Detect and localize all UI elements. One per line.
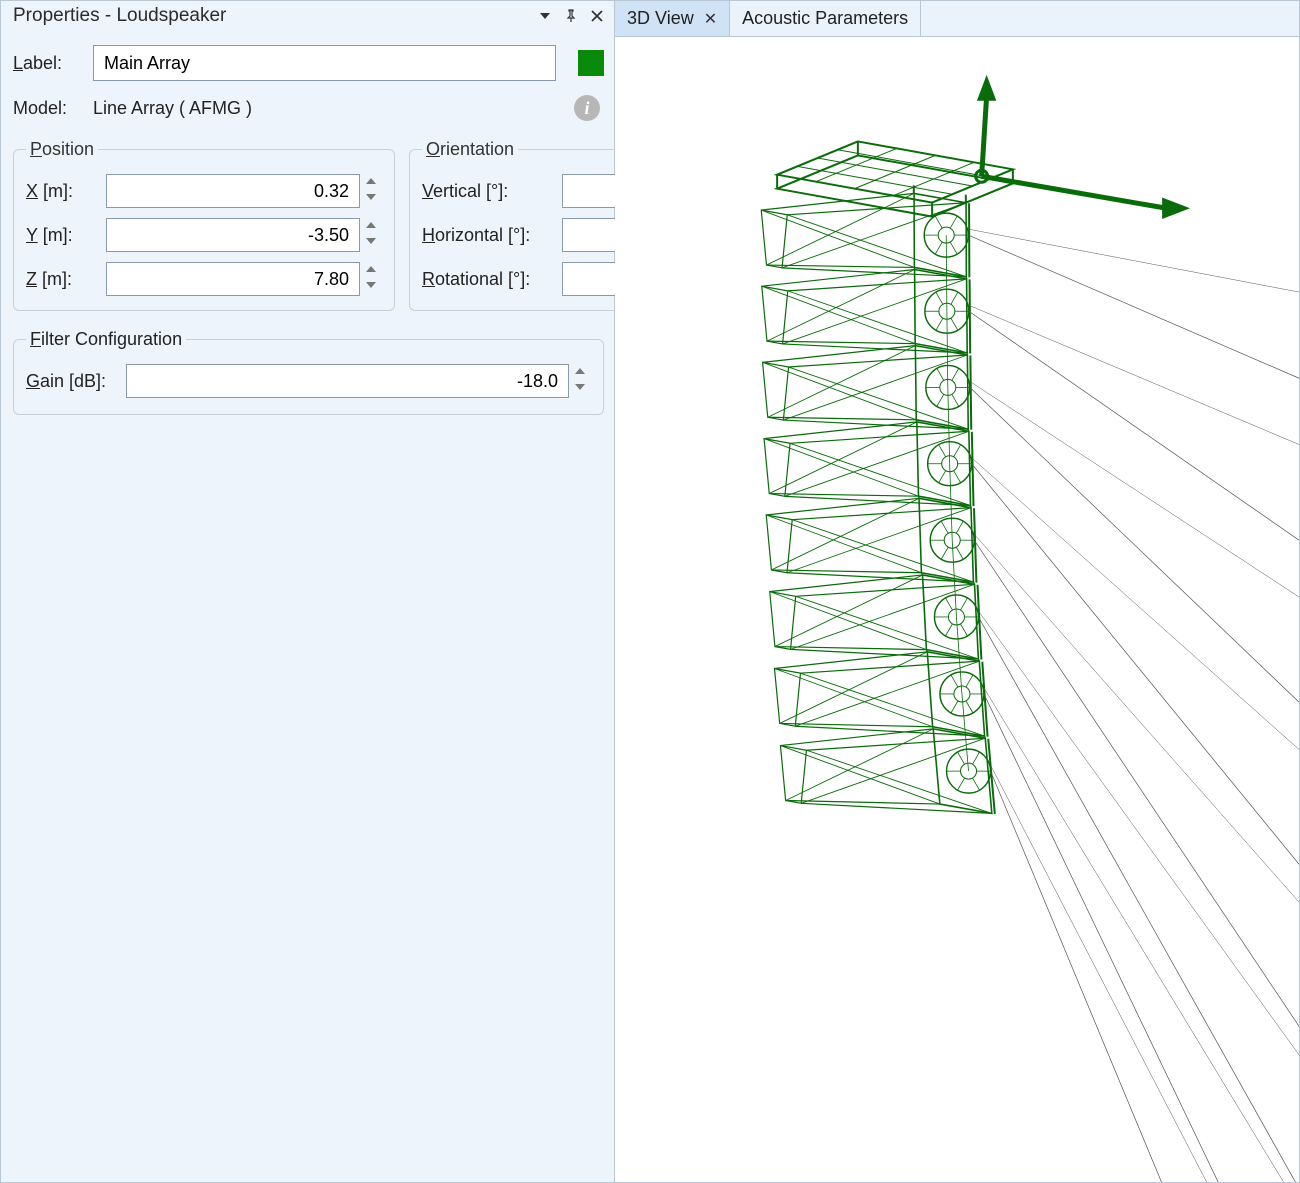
position-legend: Position (26, 139, 98, 160)
spin-down-icon[interactable] (364, 280, 382, 294)
model-row: Model: Line Array ( AFMG ) i (13, 95, 604, 121)
tab-3d-view[interactable]: 3D View ✕ (615, 1, 730, 36)
close-icon[interactable] (588, 7, 606, 25)
orientation-legend: Orientation (422, 139, 518, 160)
spin-up-icon[interactable] (364, 220, 382, 234)
properties-panel-header: Properties - Loudspeaker (1, 1, 614, 31)
color-swatch[interactable] (578, 50, 604, 76)
model-value: Line Array ( AFMG ) (93, 98, 574, 119)
z-stepper[interactable] (106, 262, 382, 296)
spin-up-icon[interactable] (573, 366, 591, 380)
tab-strip: 3D View ✕ Acoustic Parameters (615, 1, 1299, 37)
line-array-wireframe (615, 37, 1299, 1182)
gain-stepper[interactable] (126, 364, 591, 398)
y-input[interactable] (106, 218, 360, 252)
horizontal-label: Horizontal [°]: (422, 225, 562, 246)
tab-acoustic-parameters-label: Acoustic Parameters (742, 8, 908, 29)
y-label: Y [m]: (26, 225, 106, 246)
label-row: Label: (13, 45, 604, 81)
tab-3d-view-label: 3D View (627, 8, 694, 29)
y-stepper[interactable] (106, 218, 382, 252)
rotational-label: Rotational [°]: (422, 269, 562, 290)
info-icon[interactable]: i (574, 95, 600, 121)
properties-panel: Properties - Loudspeaker Label: (0, 0, 615, 1183)
filter-group: Filter Configuration Gain [dB]: (13, 329, 604, 415)
spin-up-icon[interactable] (364, 264, 382, 278)
spin-down-icon[interactable] (573, 382, 591, 396)
x-stepper[interactable] (106, 174, 382, 208)
label-label: Label: (13, 53, 93, 74)
z-input[interactable] (106, 262, 360, 296)
viewport-3d[interactable] (615, 37, 1299, 1182)
spin-down-icon[interactable] (364, 192, 382, 206)
spin-up-icon[interactable] (364, 176, 382, 190)
filter-legend: Filter Configuration (26, 329, 186, 350)
panel-menu-icon[interactable] (536, 7, 554, 25)
spin-down-icon[interactable] (364, 236, 382, 250)
position-group: Position X [m]: Y [m]: (13, 139, 395, 311)
properties-panel-title: Properties - Loudspeaker (13, 5, 528, 27)
pin-icon[interactable] (562, 7, 580, 25)
z-label: Z [m]: (26, 269, 106, 290)
gain-input[interactable] (126, 364, 569, 398)
vertical-label: Vertical [°]: (422, 181, 562, 202)
x-input[interactable] (106, 174, 360, 208)
x-label: X [m]: (26, 181, 106, 202)
label-input[interactable] (93, 45, 556, 81)
gain-label: Gain [dB]: (26, 371, 126, 392)
tab-acoustic-parameters[interactable]: Acoustic Parameters (730, 1, 921, 36)
right-panel: 3D View ✕ Acoustic Parameters (615, 0, 1300, 1183)
model-label: Model: (13, 98, 93, 119)
tab-close-icon[interactable]: ✕ (704, 9, 717, 29)
